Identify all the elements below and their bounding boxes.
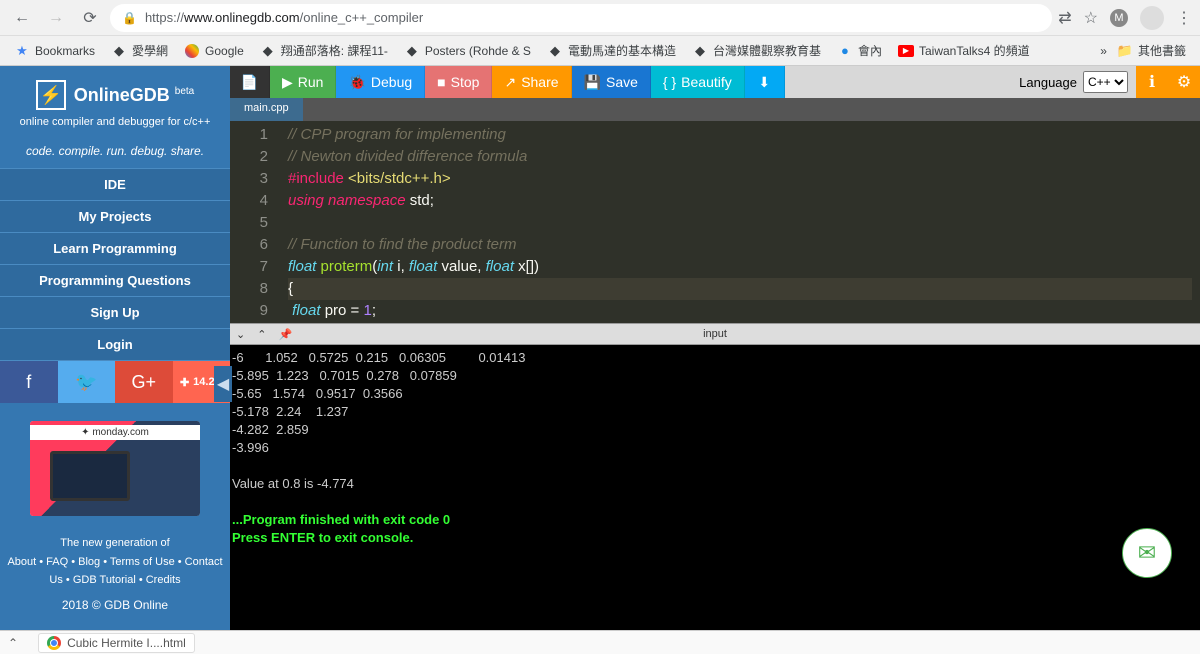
bookmark-item[interactable]: ◆電動馬達的基本構造	[541, 39, 682, 62]
new-file-button[interactable]: 📄	[230, 66, 270, 98]
address-bar[interactable]: 🔒 https://www.onlinegdb.com/online_c++_c…	[110, 4, 1052, 32]
language-dropdown[interactable]: C++	[1083, 71, 1128, 93]
site-icon: ●	[837, 43, 853, 59]
social-row: f 🐦 G+ ✚ 14.2K	[0, 361, 230, 403]
console-output[interactable]: -6 1.052 0.5725 0.215 0.06305 0.01413 -5…	[230, 345, 1200, 630]
tagline: online compiler and debugger for c/c++	[10, 116, 220, 128]
sidebar-nav-item[interactable]: Login	[0, 329, 230, 361]
copyright: 2018 © GDB Online	[0, 598, 230, 620]
site-icon: ◆	[260, 43, 276, 59]
logo-icon: ⚡	[36, 80, 66, 110]
bookmark-item[interactable]: ★Bookmarks	[8, 39, 101, 62]
save-button[interactable]: 💾 Save	[572, 66, 651, 98]
footer-links: The new generation of About • FAQ • Blog…	[0, 526, 230, 598]
forward-button[interactable]: →	[42, 4, 70, 32]
site-icon: ◆	[111, 43, 127, 59]
panel-bar: ⌄ ⌃ 📌 input	[230, 323, 1200, 345]
beautify-button[interactable]: { } Beautify	[651, 66, 745, 98]
logo-area: ⚡ OnlineGDB beta online compiler and deb…	[0, 66, 230, 134]
site-icon: ◆	[692, 43, 708, 59]
download-item[interactable]: Cubic Hermite I....html	[38, 633, 195, 653]
toolbar: 📄 ▶ Run 🐞 Debug ■ Stop ↗ Share 💾 Save { …	[230, 66, 1200, 98]
youtube-icon: ▶	[898, 43, 914, 59]
footer-link[interactable]: About • FAQ • Blog • Terms of Use • Cont…	[7, 556, 222, 587]
debug-button[interactable]: 🐞 Debug	[336, 66, 425, 98]
download-bar: ⌃ Cubic Hermite I....html	[0, 630, 1200, 654]
url-text: https://www.onlinegdb.com/online_c++_com…	[145, 10, 423, 25]
sidebar-nav-item[interactable]: Sign Up	[0, 297, 230, 329]
panel-title: input	[703, 328, 727, 340]
star-icon[interactable]: ☆	[1084, 8, 1098, 28]
motto: code. compile. run. debug. share.	[0, 134, 230, 169]
other-bookmarks-folder[interactable]: 📁 其他書籤	[1111, 39, 1192, 62]
run-button[interactable]: ▶ Run	[270, 66, 336, 98]
twitter-button[interactable]: 🐦	[58, 361, 116, 403]
sidebar-nav-item[interactable]: My Projects	[0, 201, 230, 233]
facebook-button[interactable]: f	[0, 361, 58, 403]
panel-pin-button[interactable]: 📌	[272, 328, 298, 341]
bookmarks-bar: ★Bookmarks◆愛學網Google◆翔通部落格: 課程11-◆Poster…	[0, 36, 1200, 66]
translate-icon[interactable]: ⇄	[1058, 8, 1071, 28]
collapse-sidebar-button[interactable]: ◀	[214, 366, 232, 402]
extension-icon[interactable]: M	[1110, 9, 1128, 27]
bookmark-item[interactable]: Google	[178, 39, 250, 62]
googleplus-button[interactable]: G+	[115, 361, 173, 403]
share-button[interactable]: ↗ Share	[492, 66, 571, 98]
folder-icon: 📁	[1117, 43, 1133, 59]
chat-button[interactable]: ✉	[1122, 528, 1172, 578]
site-icon: ◆	[404, 43, 420, 59]
profile-avatar[interactable]	[1140, 6, 1164, 30]
tab-row: main.cpp	[230, 98, 1200, 121]
back-button[interactable]: ←	[8, 4, 36, 32]
browser-toolbar: ← → ⟳ 🔒 https://www.onlinegdb.com/online…	[0, 0, 1200, 36]
info-button[interactable]: ℹ	[1136, 66, 1168, 98]
logo-text: OnlineGDB beta	[74, 85, 195, 106]
bookmarks-overflow[interactable]: »	[1100, 44, 1107, 58]
language-selector: Language C++	[1011, 66, 1136, 98]
bookmark-item[interactable]: ●會內	[831, 39, 888, 62]
settings-button[interactable]: ⚙	[1168, 66, 1200, 98]
sidebar-nav-item[interactable]: Programming Questions	[0, 265, 230, 297]
panel-expand-button[interactable]: ⌃	[251, 328, 272, 341]
panel-collapse-button[interactable]: ⌄	[230, 328, 251, 341]
file-tab[interactable]: main.cpp	[230, 98, 303, 121]
editor-area: 📄 ▶ Run 🐞 Debug ■ Stop ↗ Share 💾 Save { …	[230, 66, 1200, 630]
bookmark-item[interactable]: ◆台灣媒體觀察教育基	[686, 39, 827, 62]
download-button[interactable]: ⬇	[745, 66, 785, 98]
lock-icon: 🔒	[122, 11, 137, 25]
code-content[interactable]: // CPP program for implementing// Newton…	[280, 121, 1200, 323]
menu-icon[interactable]: ⋮	[1176, 8, 1192, 28]
star-icon: ★	[14, 43, 30, 59]
ad-box[interactable]: ✦ monday.com	[30, 421, 200, 516]
sidebar-nav-item[interactable]: IDE	[0, 169, 230, 201]
code-editor[interactable]: 123456789 // CPP program for implementin…	[230, 121, 1200, 323]
google-icon	[184, 43, 200, 59]
bookmark-item[interactable]: ◆翔通部落格: 課程11-	[254, 39, 394, 62]
reload-button[interactable]: ⟳	[76, 4, 104, 32]
chrome-icon	[47, 636, 61, 650]
sidebar-nav-item[interactable]: Learn Programming	[0, 233, 230, 265]
stop-button[interactable]: ■ Stop	[425, 66, 492, 98]
downloads-caret[interactable]: ⌃	[8, 636, 18, 650]
sidebar: ⚡ OnlineGDB beta online compiler and deb…	[0, 66, 230, 630]
bookmark-item[interactable]: ◆愛學網	[105, 39, 174, 62]
bookmark-item[interactable]: ◆Posters (Rohde & S	[398, 39, 537, 62]
site-icon: ◆	[547, 43, 563, 59]
ad-label: ✦ monday.com	[30, 425, 200, 440]
line-gutter: 123456789	[230, 121, 280, 323]
bookmark-item[interactable]: ▶TaiwanTalks4 的頻道	[892, 39, 1036, 62]
